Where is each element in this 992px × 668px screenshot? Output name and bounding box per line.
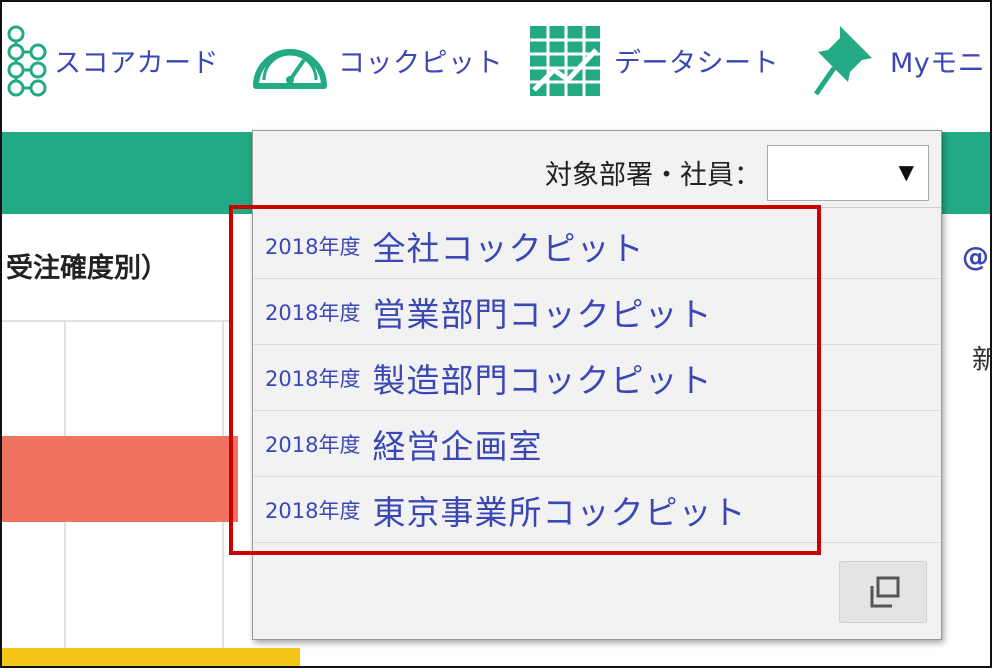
item-name: 製造部門コックピット: [372, 360, 713, 400]
item-year: 2018年度: [265, 432, 361, 457]
cockpit-list: 2018年度 全社コックピット 2018年度 営業部門コックピット 2018年度…: [253, 213, 941, 543]
item-year: 2018年度: [265, 300, 361, 325]
item-name: 経営企画室: [372, 426, 543, 466]
item-year: 2018年度: [265, 234, 361, 259]
item-year: 2018年度: [265, 498, 361, 523]
mention-link[interactable]: @: [962, 242, 989, 273]
section-title: 受注確度別）: [6, 253, 168, 284]
chart-gridline: [2, 320, 232, 322]
screenshot-frame: スコアカード コックピット データシート Myモニ 受注確度別） @ 対象部署・…: [0, 0, 992, 668]
nav-mymonitor-label: Myモニ: [890, 47, 986, 79]
department-select[interactable]: ▼: [767, 145, 929, 201]
restore-window-icon: [870, 576, 900, 608]
chart-bar-red: [2, 436, 238, 522]
nav-datasheet[interactable]: データシート: [526, 20, 779, 100]
cockpit-list-item[interactable]: 2018年度 経営企画室: [253, 411, 941, 477]
pin-icon: [813, 26, 872, 96]
cockpit-dropdown-panel: 対象部署・社員： ▼ 2018年度 全社コックピット 2018年度 営業部門コッ…: [252, 130, 942, 640]
scorecard-icon: [7, 25, 47, 97]
caret-down-icon: ▼: [898, 160, 914, 184]
chart-bar-yellow: [2, 648, 300, 666]
top-nav: スコアカード コックピット データシート Myモニ: [2, 2, 990, 130]
nav-datasheet-label: データシート: [614, 47, 779, 79]
nav-scorecard[interactable]: スコアカード: [2, 20, 219, 100]
partial-text: 新: [972, 338, 990, 377]
datasheet-icon: [530, 26, 600, 96]
filter-label: 対象部署・社員：: [545, 160, 761, 191]
item-name: 全社コックピット: [372, 228, 645, 268]
cockpit-list-item[interactable]: 2018年度 全社コックピット: [253, 213, 941, 279]
gauge-icon: [253, 49, 327, 89]
item-name: 東京事業所コックピット: [372, 492, 747, 532]
restore-window-button[interactable]: [839, 561, 927, 623]
item-name: 営業部門コックピット: [372, 294, 713, 334]
cockpit-list-item[interactable]: 2018年度 東京事業所コックピット: [253, 477, 941, 543]
nav-mymonitor[interactable]: Myモニ: [810, 20, 985, 100]
cockpit-list-item[interactable]: 2018年度 製造部門コックピット: [253, 345, 941, 411]
nav-scorecard-label: スコアカード: [54, 47, 219, 79]
item-year: 2018年度: [265, 366, 361, 391]
nav-cockpit[interactable]: コックピット: [250, 20, 503, 100]
cockpit-list-item[interactable]: 2018年度 営業部門コックピット: [253, 279, 941, 345]
nav-cockpit-label: コックピット: [338, 47, 503, 79]
panel-header: 対象部署・社員： ▼: [253, 131, 941, 208]
